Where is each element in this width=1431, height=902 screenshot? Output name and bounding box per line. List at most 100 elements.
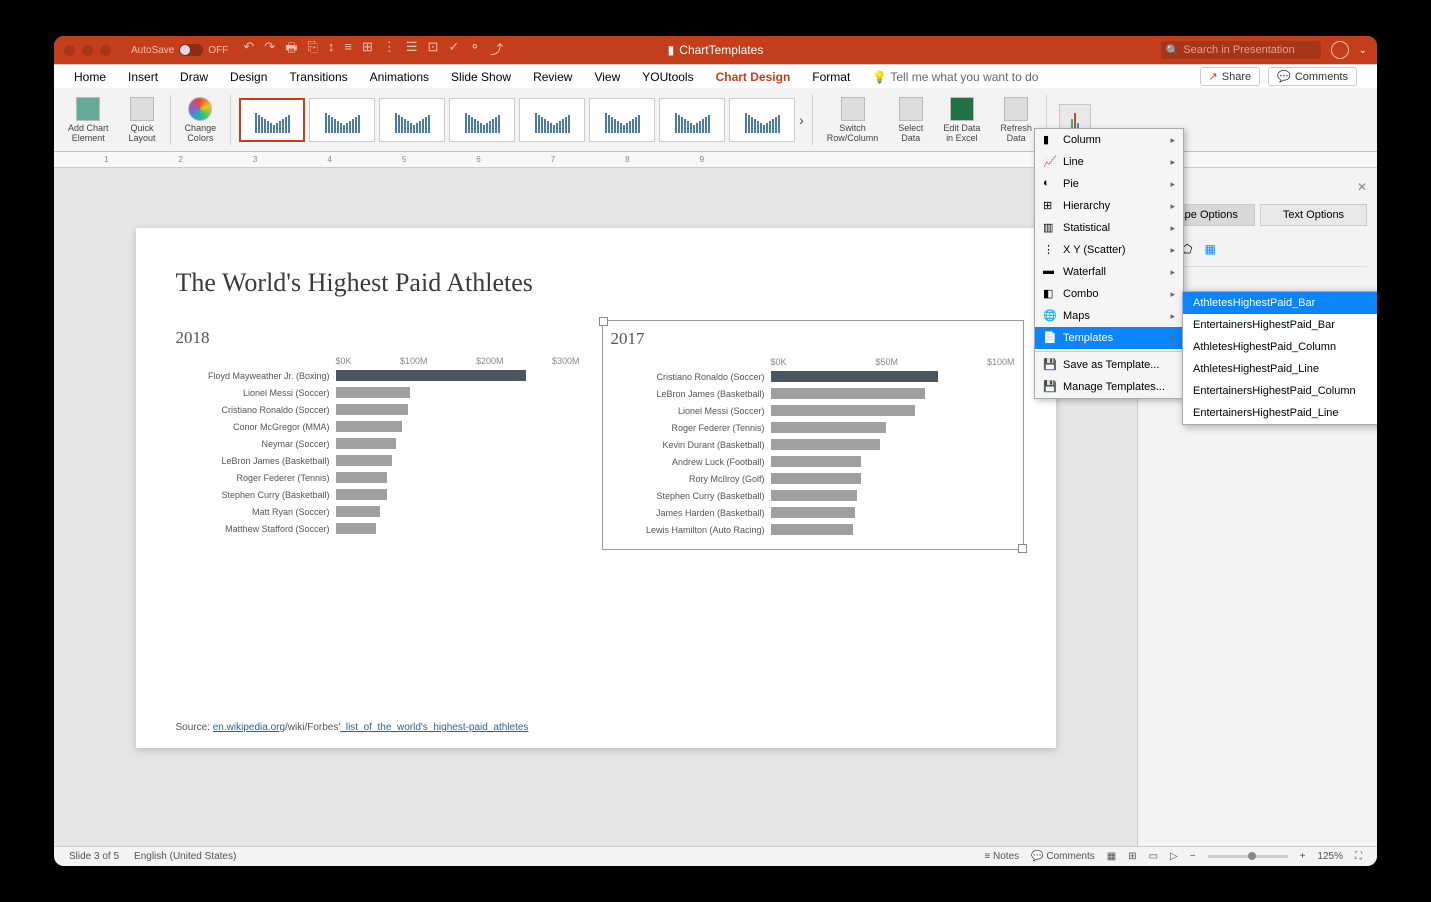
autosave-toggle[interactable]: AutoSave OFF [131,44,228,56]
bar [771,473,861,484]
dd-icon: 📄 [1043,331,1057,345]
toggle-switch[interactable] [179,44,203,56]
chart-style-2[interactable] [309,98,375,142]
chart-style-6[interactable] [589,98,655,142]
dd-column[interactable]: ▮Column [1035,129,1183,151]
dd-combo[interactable]: ◧Combo [1035,283,1183,305]
zoom-in[interactable]: + [1300,851,1306,862]
dd-pie[interactable]: ◐Pie [1035,173,1183,195]
edit-data-excel[interactable]: Edit Data in Excel [937,97,986,143]
tell-me[interactable]: 💡 Tell me what you want to do [872,70,1038,84]
tab-transitions[interactable]: Transitions [289,70,347,84]
template-AthletesHighestPaid_Column[interactable]: AthletesHighestPaid_Column [1183,336,1377,358]
styles-more[interactable]: › [799,112,804,128]
qat-icon[interactable]: ⋮ [383,39,396,61]
source-link[interactable]: en.wikipedia.org [213,722,285,733]
slideshow-view-icon[interactable]: ▷ [1170,851,1178,862]
zoom-slider[interactable] [1208,855,1288,858]
tab-draw[interactable]: Draw [180,70,208,84]
chevron-down-icon[interactable]: ⌄ [1359,45,1367,56]
tab-home[interactable]: Home [74,70,106,84]
language-indicator[interactable]: English (United States) [134,851,236,862]
qat-icon[interactable]: ⊞ [362,39,373,61]
reading-view-icon[interactable]: ▭ [1149,851,1158,862]
qat-icon[interactable]: ↕ [328,39,335,61]
dd-manage-templates-[interactable]: 💾Manage Templates... [1035,376,1183,398]
tab-view[interactable]: View [594,70,620,84]
chart-style-5[interactable] [519,98,585,142]
template-AthletesHighestPaid_Bar[interactable]: AthletesHighestPaid_Bar [1183,292,1377,314]
change-colors[interactable]: Change Colors [179,97,223,143]
qat-icon[interactable]: ⤴ [490,39,503,61]
close-icon[interactable]: ✕ [1357,180,1367,194]
size-icon[interactable]: ▦ [1204,242,1215,260]
dd-templates[interactable]: 📄Templates [1035,327,1183,349]
chart-style-3[interactable] [379,98,445,142]
dd-statistical[interactable]: ▥Statistical [1035,217,1183,239]
quick-layout[interactable]: Quick Layout [123,97,162,143]
dd-hierarchy[interactable]: ⊞Hierarchy [1035,195,1183,217]
qat-icon[interactable]: 🖶 [285,39,297,61]
search-icon: 🔍 [1166,44,1180,57]
slide-canvas[interactable]: The World's Highest Paid Athletes 2018$0… [54,168,1137,846]
search-box[interactable]: 🔍 Search in Presentation [1161,41,1321,59]
dd-maps[interactable]: 🌐Maps [1035,305,1183,327]
comments-button[interactable]: 💬Comments [1268,67,1357,86]
switch-row-col[interactable]: Switch Row/Column [821,97,885,143]
max-dot[interactable] [100,45,111,56]
select-data[interactable]: Select Data [892,97,929,143]
chart-styles-gallery[interactable]: › [239,98,804,142]
dd-icon: ▬ [1043,265,1057,279]
template-EntertainersHighestPaid_Bar[interactable]: EntertainersHighestPaid_Bar [1183,314,1377,336]
fit-icon[interactable]: ⛶ [1355,851,1362,862]
chart-style-7[interactable] [659,98,725,142]
sorter-view-icon[interactable]: ⊞ [1128,851,1136,862]
chart-2017[interactable]: 2017$0K$50M$100MCristiano Ronaldo (Socce… [602,320,1024,550]
close-dot[interactable] [64,45,75,56]
qat-icon[interactable]: ↷ [264,39,275,61]
tab-format[interactable]: Format [812,70,850,84]
chart-2018[interactable]: 2018$0K$100M$200M$300MFloyd Mayweather J… [176,328,580,542]
qat-icon[interactable]: ⎘ [307,39,317,61]
bar-row: Matt Ryan (Soccer) [176,506,580,517]
tab-design[interactable]: Design [230,70,267,84]
comments-status[interactable]: 💬 Comments [1031,851,1095,862]
tab-animations[interactable]: Animations [370,70,429,84]
notes-button[interactable]: ≡ Notes [984,851,1019,862]
tab-review[interactable]: Review [533,70,572,84]
chart-style-4[interactable] [449,98,515,142]
dd-x-y-scatter-[interactable]: ⋮X Y (Scatter) [1035,239,1183,261]
qat-icon[interactable]: ⊡ [428,39,439,61]
normal-view-icon[interactable]: ▦ [1107,851,1116,862]
qat-icon[interactable]: ✓ [448,39,459,61]
dd-waterfall[interactable]: ▬Waterfall [1035,261,1183,283]
qat-icon[interactable]: ↶ [243,39,254,61]
dd-line[interactable]: 📈Line [1035,151,1183,173]
qat-icon[interactable]: ⚬ [469,39,480,61]
refresh-data[interactable]: Refresh Data [994,97,1038,143]
template-EntertainersHighestPaid_Line[interactable]: EntertainersHighestPaid_Line [1183,402,1377,424]
template-AthletesHighestPaid_Line[interactable]: AthletesHighestPaid_Line [1183,358,1377,380]
feedback-icon[interactable] [1331,41,1349,59]
template-EntertainersHighestPaid_Column[interactable]: EntertainersHighestPaid_Column [1183,380,1377,402]
source-link2[interactable]: _list_of_the_world's_highest-paid_athlet… [340,722,528,733]
bar-row: Matthew Stafford (Soccer) [176,523,580,534]
tab-chart-design[interactable]: Chart Design [716,70,791,84]
bar [771,371,938,382]
qat-icon[interactable]: ☰ [406,39,418,61]
add-chart-element[interactable]: Add Chart Element [62,97,115,143]
dd-save-as-template-[interactable]: 💾Save as Template... [1035,354,1183,376]
qat-icon[interactable]: ≡ [344,39,352,61]
tab-insert[interactable]: Insert [128,70,158,84]
window-controls[interactable] [64,45,111,56]
text-options-tab[interactable]: Text Options [1260,204,1367,226]
tab-slide-show[interactable]: Slide Show [451,70,511,84]
zoom-level[interactable]: 125% [1317,851,1343,862]
chart-style-1[interactable] [239,98,305,142]
tab-youtools[interactable]: YOUtools [642,70,693,84]
share-button[interactable]: ↗Share [1200,67,1261,86]
app-window: AutoSave OFF ↶↷🖶⎘↕≡⊞⋮☰⊡✓⚬⤴ ▮ ChartTempla… [54,36,1377,866]
min-dot[interactable] [82,45,93,56]
zoom-out[interactable]: − [1190,851,1196,862]
chart-style-8[interactable] [729,98,795,142]
